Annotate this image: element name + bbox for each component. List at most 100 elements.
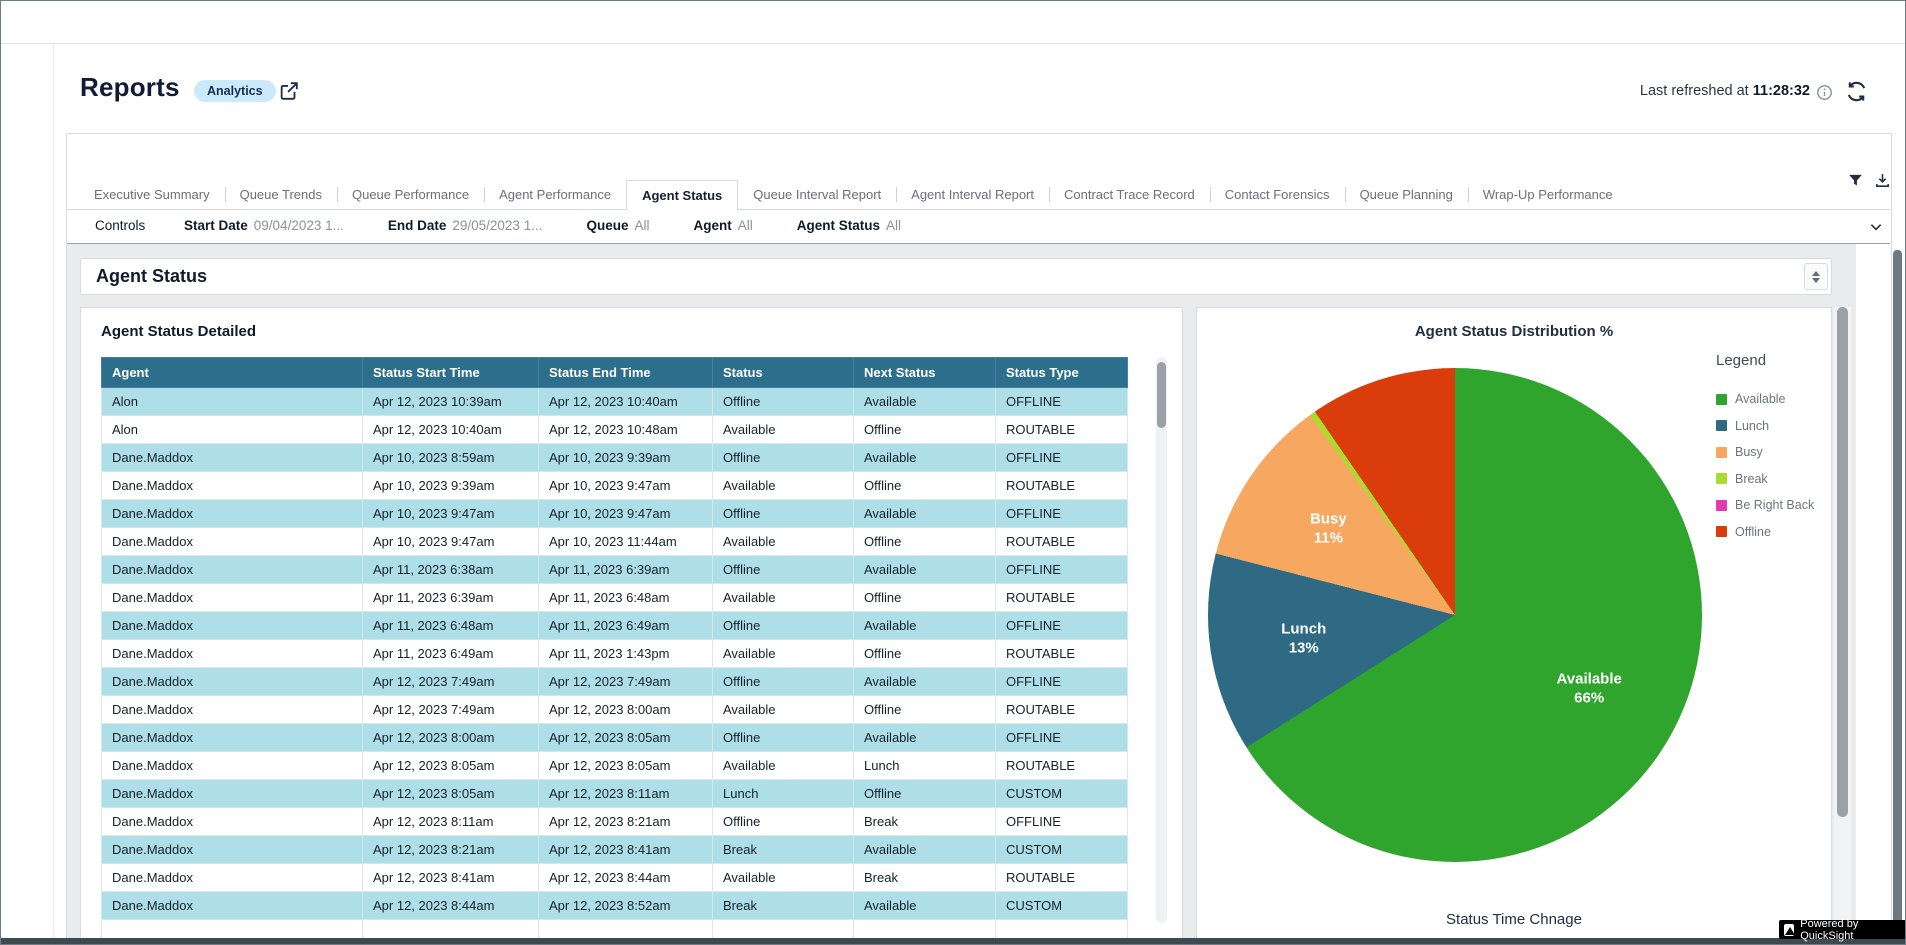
table-cell: Dane.Maddox [102, 556, 363, 584]
agent-status-pie-chart[interactable]: Available66%Lunch13%Busy11% [1208, 368, 1702, 862]
table-cell: CUSTOM [996, 780, 1128, 808]
table-cell: Offline [713, 388, 854, 416]
table-cell: OFFLINE [996, 388, 1128, 416]
sheet-title-bar [80, 258, 1832, 295]
tab-queue-trends[interactable]: Queue Trends [225, 180, 337, 210]
table-row[interactable]: Dane.MaddoxApr 12, 2023 8:00amApr 12, 20… [102, 724, 1128, 752]
last-refreshed-time: 11:28:32 [1753, 83, 1810, 99]
tab-executive-summary[interactable]: Executive Summary [79, 180, 225, 210]
table-row[interactable]: Dane.MaddoxApr 12, 2023 8:41amApr 12, 20… [102, 864, 1128, 892]
control-start-date[interactable]: Start Date09/04/2023 1... [184, 218, 344, 233]
legend-item-be-right-back[interactable]: Be Right Back [1716, 498, 1814, 512]
control-queue[interactable]: QueueAll [586, 218, 649, 233]
tab-wrap-up-performance[interactable]: Wrap-Up Performance [1468, 180, 1628, 210]
external-link-icon[interactable] [278, 80, 300, 102]
table-row[interactable]: Dane.MaddoxApr 12, 2023 8:21amApr 12, 20… [102, 836, 1128, 864]
table-cell: Dane.Maddox [102, 892, 363, 920]
table-cell: Apr 10, 2023 9:47am [363, 500, 539, 528]
table-cell: Dane.Maddox [102, 612, 363, 640]
sheet-scrollbar-thumb[interactable] [1837, 307, 1848, 817]
column-header-status-end-time[interactable]: Status End Time [539, 358, 713, 388]
table-row[interactable]: Dane.MaddoxApr 10, 2023 9:47amApr 10, 20… [102, 500, 1128, 528]
table-cell: Apr 12, 2023 8:00am [539, 696, 713, 724]
pie-chart-title: Agent Status Distribution % [1196, 323, 1832, 340]
filter-funnel-icon[interactable] [1847, 172, 1864, 189]
table-cell: Offline [713, 724, 854, 752]
column-header-status-start-time[interactable]: Status Start Time [363, 358, 539, 388]
table-header-row: AgentStatus Start TimeStatus End TimeSta… [102, 358, 1128, 388]
table-cell: Apr 12, 2023 8:11am [539, 780, 713, 808]
table-row[interactable]: Dane.MaddoxApr 11, 2023 6:39amApr 11, 20… [102, 584, 1128, 612]
table-cell: Lunch [713, 780, 854, 808]
table-row[interactable]: Dane.MaddoxApr 10, 2023 9:47amApr 10, 20… [102, 528, 1128, 556]
refresh-icon[interactable] [1845, 80, 1868, 103]
tab-agent-status[interactable]: Agent Status [626, 180, 738, 210]
table-row[interactable]: Dane.MaddoxApr 12, 2023 7:49amApr 12, 20… [102, 696, 1128, 724]
table-cell: Dane.Maddox [102, 472, 363, 500]
table-row[interactable]: Dane.MaddoxApr 10, 2023 8:59amApr 10, 20… [102, 444, 1128, 472]
control-agent-status[interactable]: Agent StatusAll [797, 218, 901, 233]
table-cell: Dane.Maddox [102, 528, 363, 556]
table-scrollbar-thumb[interactable] [1157, 362, 1166, 428]
table-cell: ROUTABLE [996, 584, 1128, 612]
table-row[interactable]: Dane.MaddoxApr 12, 2023 8:05amApr 12, 20… [102, 780, 1128, 808]
table-row[interactable]: Dane.MaddoxApr 11, 2023 6:48amApr 11, 20… [102, 612, 1128, 640]
table-cell: Apr 11, 2023 6:39am [539, 556, 713, 584]
tab-queue-planning[interactable]: Queue Planning [1345, 180, 1468, 210]
table-cell: ROUTABLE [996, 528, 1128, 556]
page-scrollbar-thumb[interactable] [1893, 250, 1902, 938]
legend-item-lunch[interactable]: Lunch [1716, 419, 1814, 433]
table-cell: Offline [854, 528, 996, 556]
legend-item-offline[interactable]: Offline [1716, 525, 1814, 539]
column-header-status-type[interactable]: Status Type [996, 358, 1128, 388]
table-cell: Dane.Maddox [102, 808, 363, 836]
table-row[interactable]: Dane.MaddoxApr 12, 2023 7:49amApr 12, 20… [102, 668, 1128, 696]
legend-title: Legend [1716, 352, 1766, 369]
table-cell: Apr 11, 2023 6:49am [539, 612, 713, 640]
sheet-spinner-control[interactable] [1804, 263, 1828, 290]
table-cell: Apr 12, 2023 8:05am [539, 724, 713, 752]
table-cell: Available [713, 528, 854, 556]
table-cell: Offline [713, 500, 854, 528]
control-agent[interactable]: AgentAll [693, 218, 752, 233]
legend-item-busy[interactable]: Busy [1716, 445, 1814, 459]
tab-agent-interval-report[interactable]: Agent Interval Report [896, 180, 1049, 210]
tab-queue-performance[interactable]: Queue Performance [337, 180, 484, 210]
table-cell: ROUTABLE [996, 696, 1128, 724]
legend-item-available[interactable]: Available [1716, 392, 1814, 406]
table-row[interactable]: Dane.MaddoxApr 12, 2023 8:11amApr 12, 20… [102, 808, 1128, 836]
column-header-status[interactable]: Status [713, 358, 854, 388]
table-cell: Dane.Maddox [102, 444, 363, 472]
download-icon[interactable] [1874, 172, 1891, 189]
tab-queue-interval-report[interactable]: Queue Interval Report [738, 180, 896, 210]
table-cell: Break [854, 808, 996, 836]
tab-contact-forensics[interactable]: Contact Forensics [1210, 180, 1345, 210]
pie-chart-footer: Status Time Chnage [1196, 911, 1832, 928]
table-cell: OFFLINE [996, 668, 1128, 696]
info-icon[interactable] [1816, 84, 1833, 101]
controls-chevron-down-icon[interactable] [1868, 219, 1884, 235]
table-row[interactable]: Dane.MaddoxApr 11, 2023 6:49amApr 11, 20… [102, 640, 1128, 668]
control-end-date[interactable]: End Date29/05/2023 1... [388, 218, 543, 233]
legend-item-break[interactable]: Break [1716, 472, 1814, 486]
table-cell: Apr 10, 2023 9:39am [539, 444, 713, 472]
column-header-agent[interactable]: Agent [102, 358, 363, 388]
table-row[interactable]: Dane.MaddoxApr 11, 2023 6:38amApr 11, 20… [102, 556, 1128, 584]
table-cell: Apr 11, 2023 6:38am [363, 556, 539, 584]
tab-agent-performance[interactable]: Agent Performance [484, 180, 626, 210]
table-row[interactable]: AlonApr 12, 2023 10:39amApr 12, 2023 10:… [102, 388, 1128, 416]
legend: Available Lunch Busy Break Be Right Back Offl… [1716, 392, 1814, 539]
table-row[interactable]: Dane.MaddoxApr 12, 2023 8:44amApr 12, 20… [102, 892, 1128, 920]
table-cell: Available [854, 892, 996, 920]
table-row[interactable]: Dane.MaddoxApr 12, 2023 8:05amApr 12, 20… [102, 752, 1128, 780]
table-row[interactable]: AlonApr 12, 2023 10:40amApr 12, 2023 10:… [102, 416, 1128, 444]
table-cell: Dane.Maddox [102, 668, 363, 696]
table-row[interactable]: Dane.MaddoxApr 10, 2023 9:39amApr 10, 20… [102, 472, 1128, 500]
tab-contract-trace-record[interactable]: Contract Trace Record [1049, 180, 1210, 210]
table-cell: Apr 12, 2023 8:05am [363, 752, 539, 780]
last-refreshed-text: Last refreshed at 11:28:32 [1640, 83, 1810, 99]
column-header-next-status[interactable]: Next Status [854, 358, 996, 388]
table-cell: OFFLINE [996, 556, 1128, 584]
table-cell: Apr 12, 2023 7:49am [363, 668, 539, 696]
table-cell: ROUTABLE [996, 864, 1128, 892]
